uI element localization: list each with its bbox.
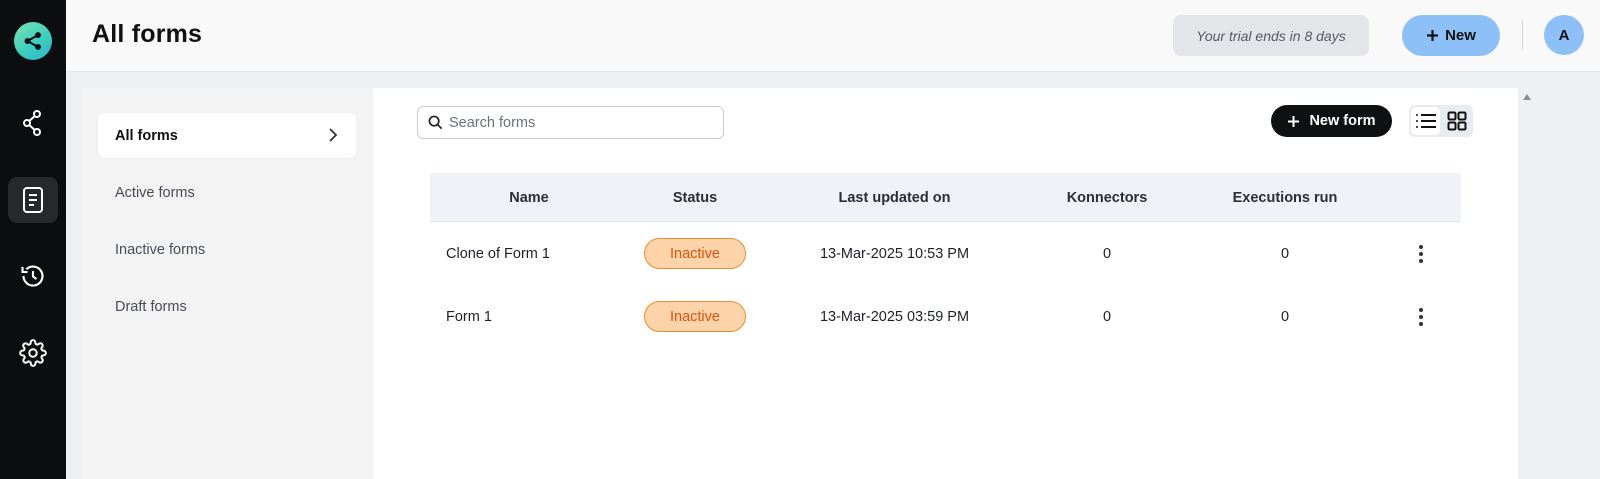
- status-cell: Inactive: [628, 222, 762, 285]
- grid-view-button[interactable]: [1442, 107, 1471, 135]
- forms-subnav: All forms Active forms Inactive forms Dr…: [82, 88, 373, 479]
- column-header-status[interactable]: Status: [628, 173, 762, 222]
- left-rail: [0, 0, 66, 479]
- executions-count: 0: [1280, 308, 1290, 325]
- trial-notice: Your trial ends in 8 days: [1173, 15, 1369, 56]
- rail-item-integrations[interactable]: [8, 100, 58, 146]
- form-name[interactable]: Clone of Form 1: [430, 222, 628, 285]
- konnectors-count: 0: [1102, 245, 1112, 262]
- row-actions-button[interactable]: [1412, 222, 1430, 285]
- status-cell: Inactive: [628, 285, 762, 348]
- subnav-item-all-forms[interactable]: All forms: [98, 113, 356, 158]
- subnav-item-label: All forms: [115, 127, 178, 144]
- chevron-right-icon: [329, 128, 338, 142]
- column-header-last-updated[interactable]: Last updated on: [762, 173, 1027, 222]
- form-name[interactable]: Form 1: [430, 285, 628, 348]
- table-header: Name Status Last updated on Konnectors E…: [430, 173, 1461, 222]
- new-form-label: New form: [1309, 113, 1376, 129]
- list-icon: [1415, 114, 1436, 128]
- scrollbar[interactable]: [1546, 88, 1550, 479]
- executions-count: 0: [1280, 245, 1290, 262]
- status-badge: Inactive: [644, 238, 746, 269]
- list-view-button[interactable]: [1411, 107, 1440, 135]
- share-network-icon: [23, 110, 41, 136]
- new-button-label: New: [1445, 27, 1476, 44]
- subnav-item-label: Inactive forms: [115, 241, 206, 258]
- subnav-item-inactive-forms[interactable]: Inactive forms: [98, 227, 356, 272]
- column-header-name[interactable]: Name: [430, 173, 628, 222]
- subnav-item-active-forms[interactable]: Active forms: [98, 170, 356, 215]
- share-network-icon: [24, 32, 41, 50]
- konnectors-count: 0: [1102, 308, 1112, 325]
- main-content: New form Name Status Last updated on Kon…: [373, 88, 1518, 479]
- view-toggle: [1409, 105, 1473, 137]
- header-divider: [1522, 20, 1523, 50]
- rail-item-forms[interactable]: [8, 177, 58, 223]
- status-badge: Inactive: [644, 301, 746, 332]
- page-title: All forms: [92, 20, 203, 48]
- plus-icon: [1427, 30, 1439, 41]
- last-updated: 13-Mar-2025 10:53 PM: [819, 245, 970, 262]
- column-header-konnectors[interactable]: Konnectors: [1027, 173, 1187, 222]
- forms-table: Name Status Last updated on Konnectors E…: [430, 173, 1461, 348]
- row-actions-button[interactable]: [1412, 285, 1430, 348]
- kebab-menu-icon: [1419, 307, 1423, 326]
- table-row[interactable]: Form 1 Inactive 13-Mar-2025 03:59 PM 0 0: [430, 285, 1461, 348]
- new-button[interactable]: New: [1402, 15, 1500, 56]
- plus-icon: [1288, 115, 1300, 127]
- column-header-executions[interactable]: Executions run: [1187, 173, 1383, 222]
- avatar[interactable]: A: [1544, 15, 1584, 55]
- subnav-item-draft-forms[interactable]: Draft forms: [98, 284, 356, 329]
- rail-item-settings[interactable]: [8, 330, 58, 376]
- history-icon: [21, 265, 44, 287]
- table-row[interactable]: Clone of Form 1 Inactive 13-Mar-2025 10:…: [430, 222, 1461, 285]
- search-input[interactable]: [443, 107, 723, 138]
- gear-icon: [19, 339, 47, 367]
- rail-item-history[interactable]: [8, 253, 58, 299]
- subnav-item-label: Draft forms: [115, 298, 187, 315]
- grid-icon: [1447, 111, 1466, 131]
- search-icon: [428, 115, 443, 130]
- kebab-menu-icon: [1419, 244, 1423, 263]
- last-updated: 13-Mar-2025 03:59 PM: [819, 308, 970, 325]
- caret-up-icon: [1523, 94, 1531, 100]
- search-box[interactable]: [417, 106, 724, 139]
- document-icon: [23, 187, 43, 213]
- top-header: All forms Your trial ends in 8 days New …: [66, 0, 1600, 72]
- app-logo[interactable]: [14, 22, 52, 60]
- subnav-item-label: Active forms: [115, 184, 195, 201]
- new-form-button[interactable]: New form: [1271, 105, 1392, 137]
- scroll-up-arrow[interactable]: [1521, 91, 1533, 103]
